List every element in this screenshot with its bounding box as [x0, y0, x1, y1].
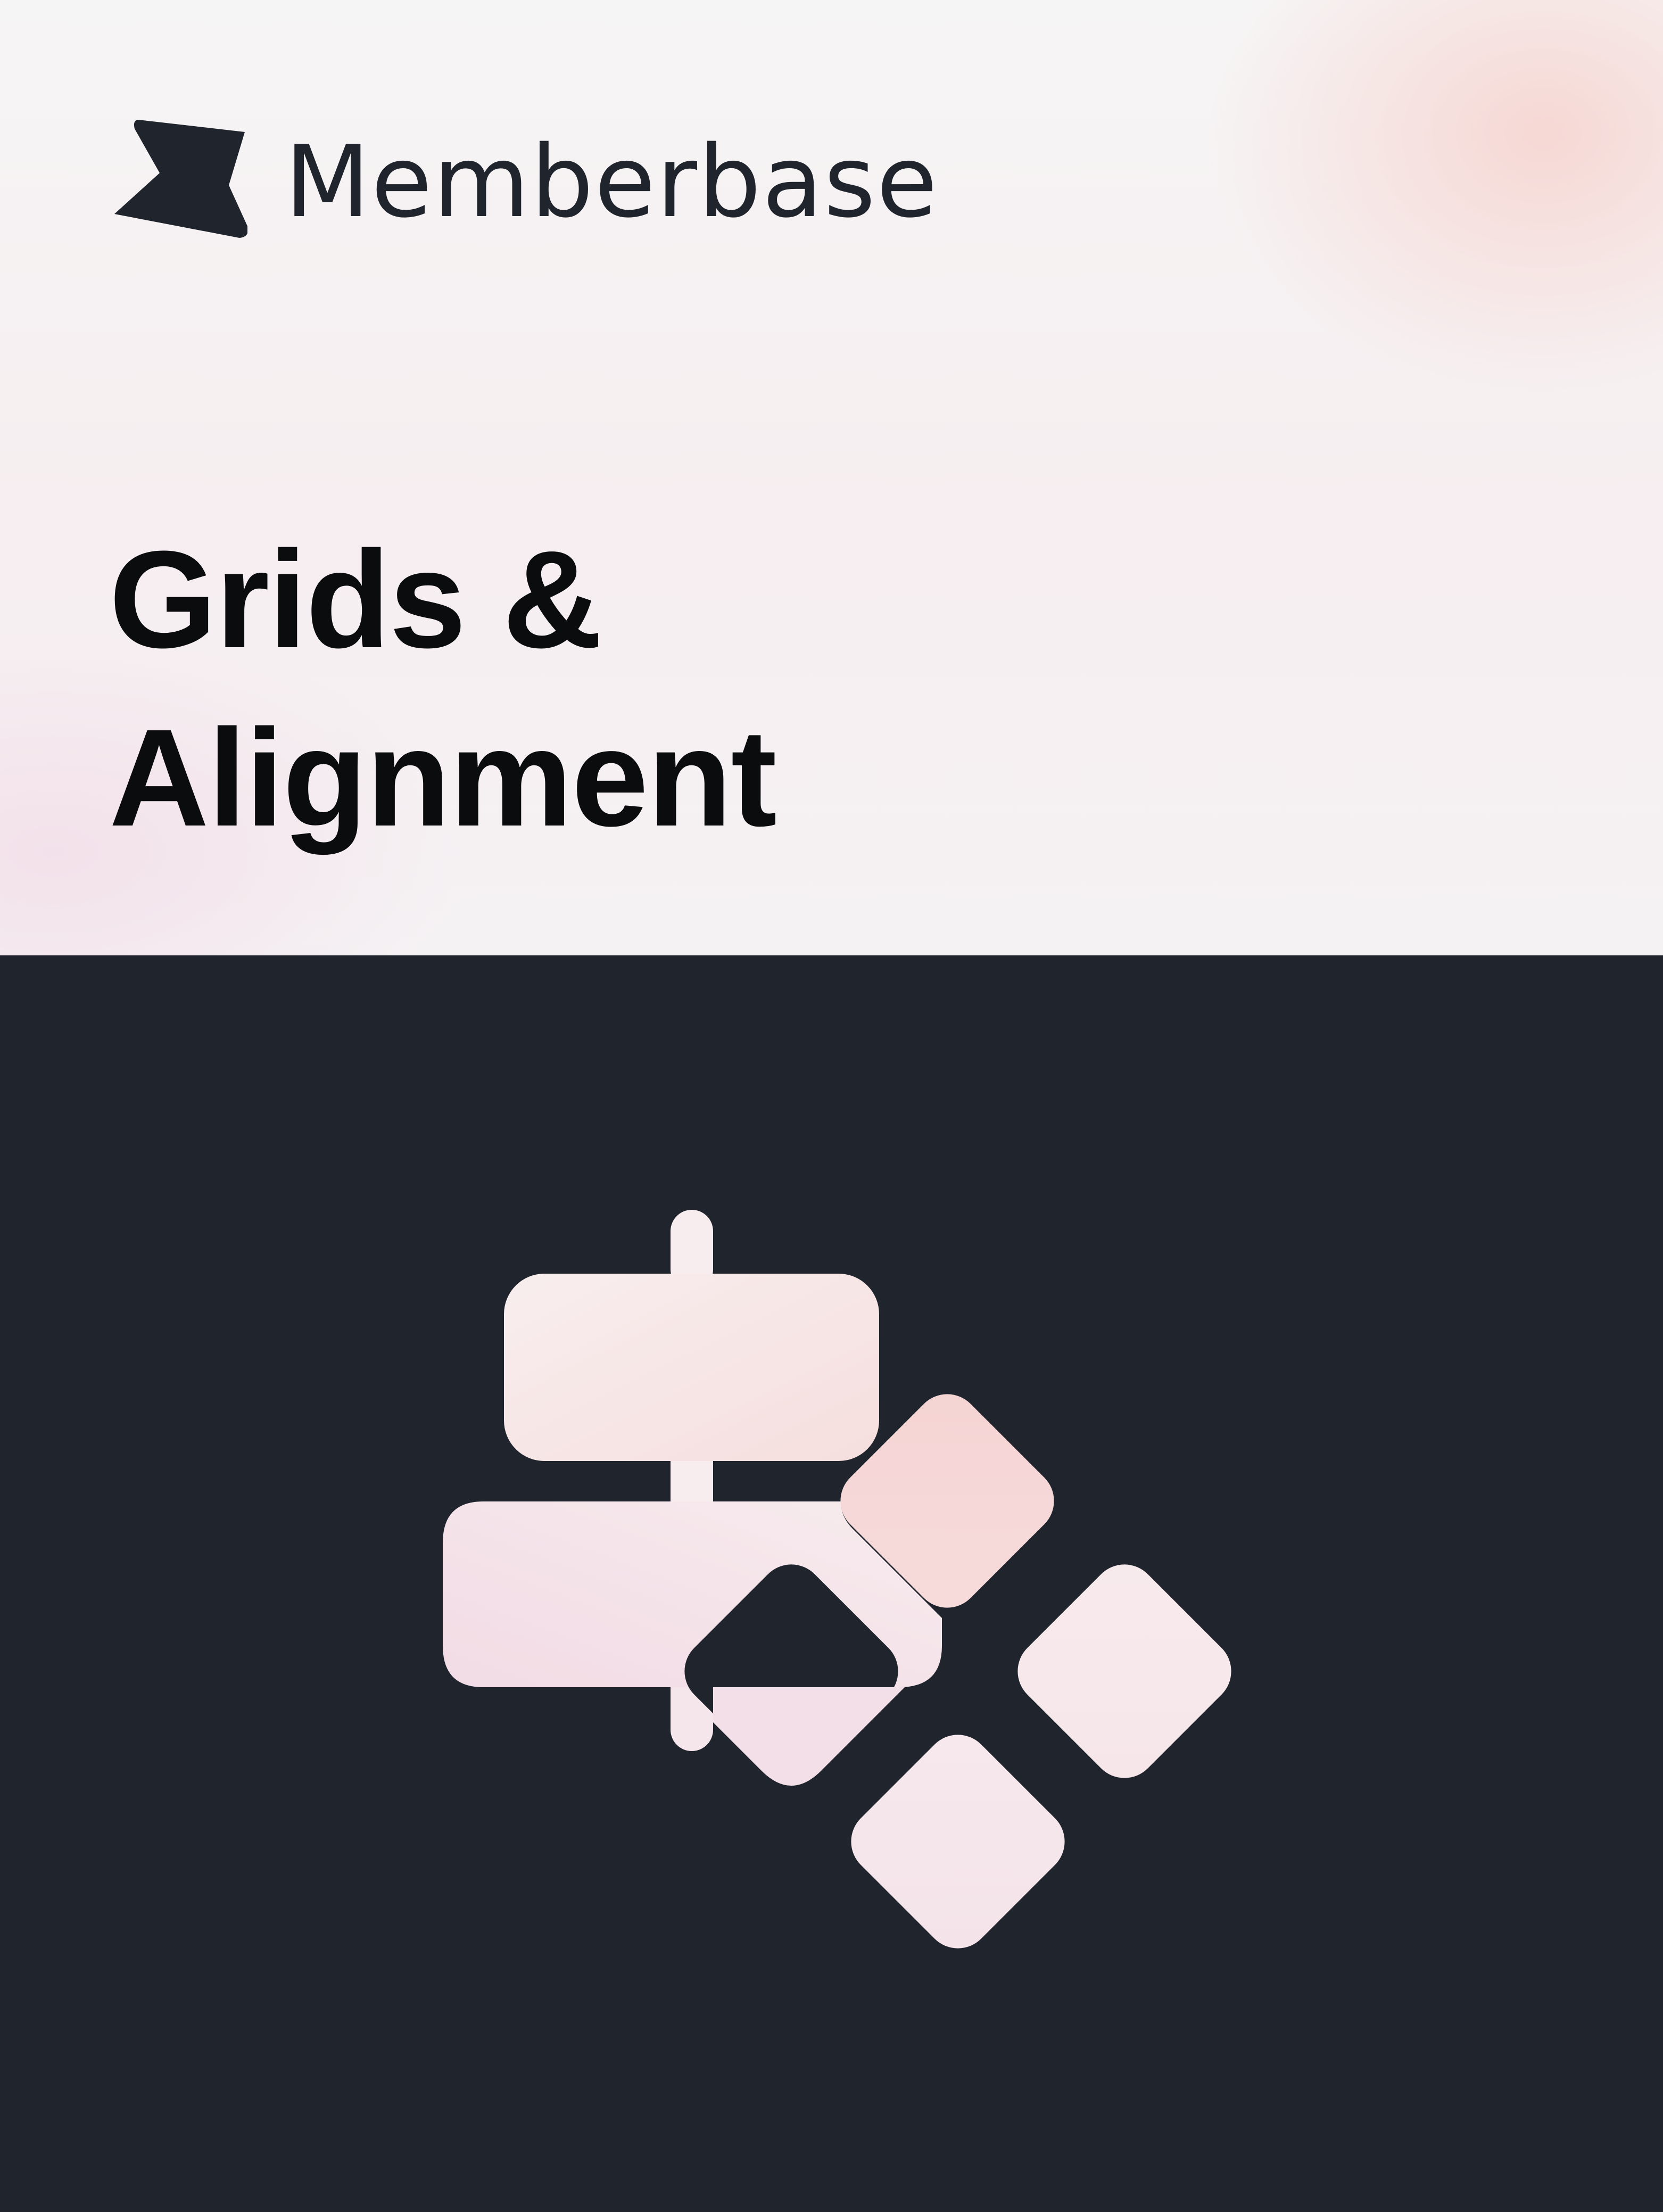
cover-page: Memberbase Grids & Alignment	[0, 0, 1663, 2212]
diamond-right	[1017, 1564, 1231, 1778]
grid-alignment-icon	[443, 1210, 1231, 1949]
diamond-center-lower-half	[713, 1687, 905, 1786]
top-bar-shape	[504, 1274, 879, 1461]
diamond-bottom	[851, 1735, 1065, 1949]
